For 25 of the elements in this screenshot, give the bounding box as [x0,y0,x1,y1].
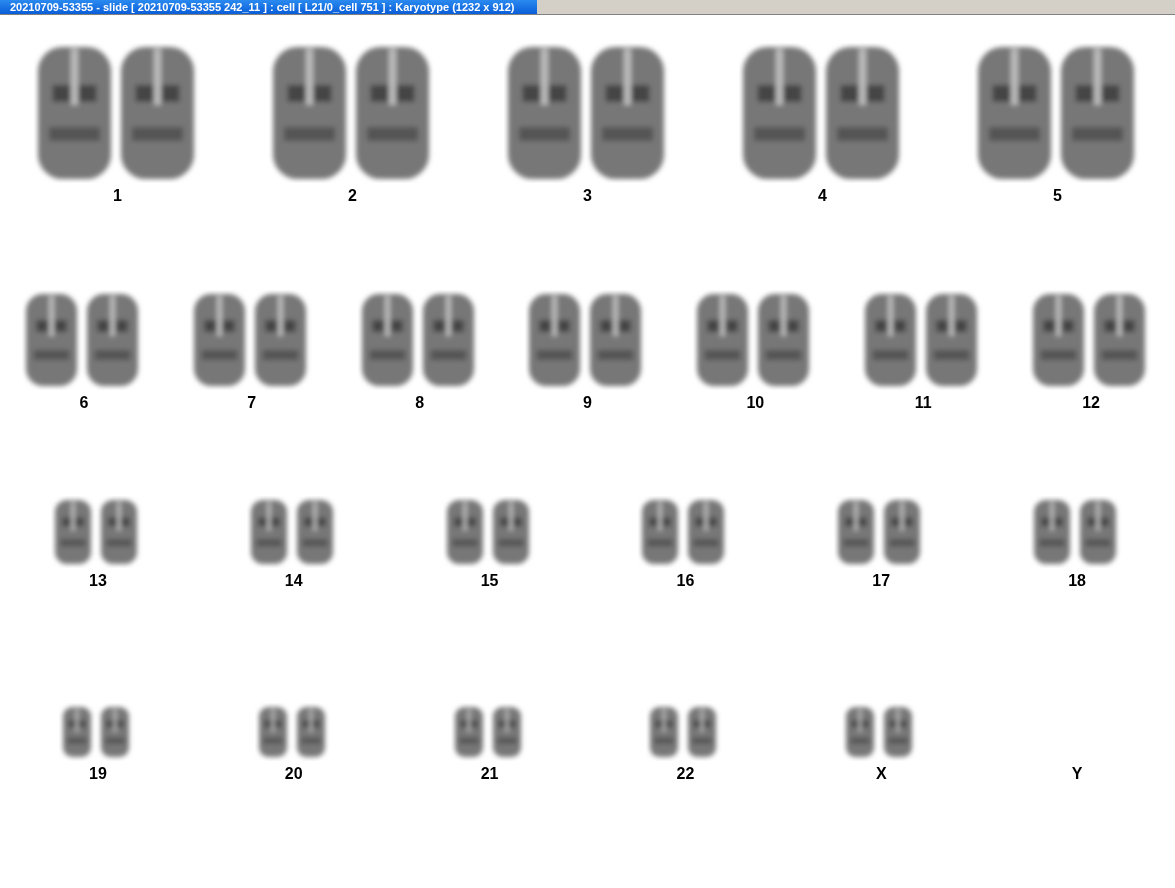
chromosome-number: 16 [676,572,695,590]
chromosome-number: 22 [676,765,695,783]
chromosome-number: 2 [348,187,357,205]
chromosome-number: X [875,765,887,783]
chromosome-number: 9 [583,394,592,412]
chromosome-number: 15 [480,572,499,590]
chromosome-number: 13 [89,572,107,590]
chromosome-number: 18 [1068,572,1086,590]
chromosome-number: 11 [914,394,932,412]
chromosome-number: 3 [583,187,592,205]
chromosome-number: 7 [247,394,257,412]
chromosome-number: 14 [284,572,303,590]
chromosome-number: 19 [89,765,107,783]
chromosome-number: 4 [818,187,827,205]
chromosome-number: 21 [480,765,499,783]
chromosome-number: 20 [284,765,303,783]
chromosome-number: 5 [1053,187,1062,205]
chromosome-number: 10 [746,394,765,412]
chromosome-number: 17 [872,572,891,590]
chromosome-number: 1 [113,187,122,205]
chromosome-number: 12 [1082,394,1100,412]
chromosome-number: Y [1071,765,1083,783]
window-title: 20210709-53355 - slide [ 20210709-53355 242_11 ] : cell [ L21/0_cell 751 ] : Karyotype (1232 x 912) [0,0,537,14]
chromosome-number: 8 [415,394,425,412]
chromosome-number: 6 [79,394,89,412]
